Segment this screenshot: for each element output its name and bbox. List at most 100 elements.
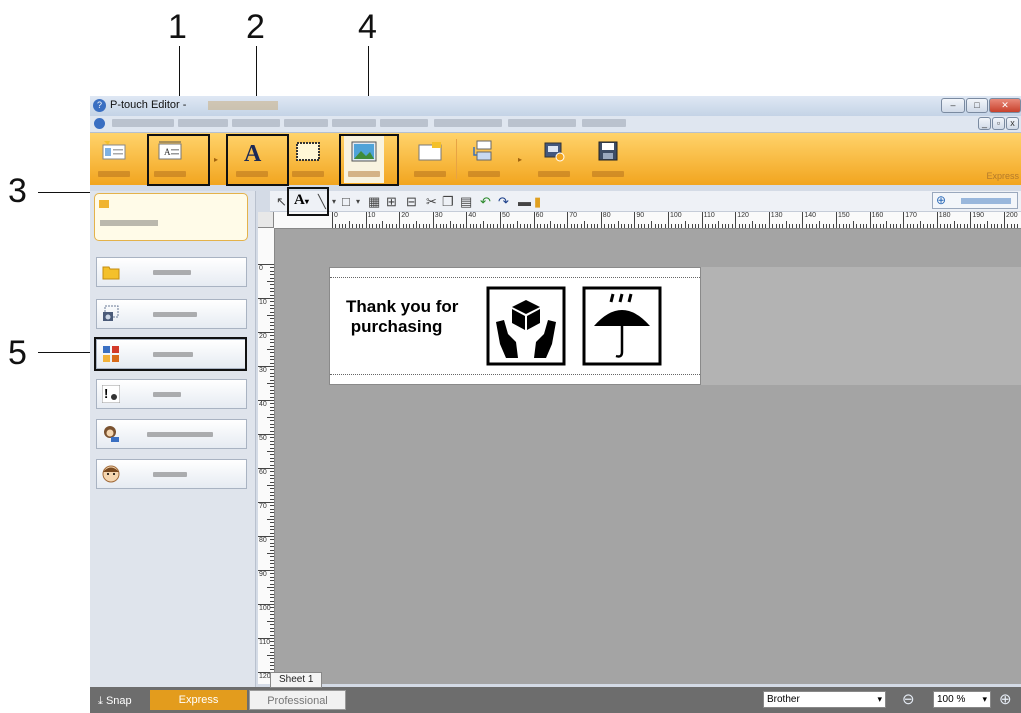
redo-icon[interactable]: ↷ xyxy=(498,194,509,210)
ruler-tick xyxy=(584,221,585,228)
database-icon[interactable]: ▮ xyxy=(534,194,541,210)
printer-select[interactable]: Brother ▾ xyxy=(763,691,886,708)
menu-item-insert[interactable] xyxy=(284,119,328,127)
minimize-button[interactable]: – xyxy=(941,98,965,113)
barcode-tool-icon[interactable]: ⊞ xyxy=(386,194,397,210)
ruler-tick xyxy=(906,224,908,228)
margin-line-top xyxy=(330,277,700,278)
save-button[interactable] xyxy=(588,135,628,183)
copy-icon[interactable]: ❐ xyxy=(442,194,454,210)
professional-mode-button[interactable]: Professional xyxy=(249,690,346,710)
sidebar-item-file[interactable] xyxy=(96,257,247,287)
zoom-in-icon[interactable]: ⊕ xyxy=(999,690,1012,708)
ruler-tick-label: 110 xyxy=(259,639,271,646)
ruler-tick xyxy=(270,430,274,432)
ruler-tick xyxy=(997,224,999,228)
menu-item-tools[interactable] xyxy=(380,119,428,127)
arrange-tool-icon[interactable]: ⊟ xyxy=(406,194,417,210)
close-button[interactable]: ✕ xyxy=(989,98,1021,113)
sidebar-item-symbol[interactable]: ! xyxy=(96,379,247,409)
paste-icon[interactable]: ▤ xyxy=(460,194,472,210)
ruler-tick xyxy=(270,318,274,320)
ruler-tick xyxy=(270,372,274,374)
ruler-tick xyxy=(765,224,767,228)
ruler-tick xyxy=(627,224,629,228)
ruler-tick xyxy=(270,386,274,388)
ruler-tick xyxy=(903,212,905,228)
express-mode-button[interactable]: Express xyxy=(150,690,247,710)
select-arrow-icon[interactable]: ↖ xyxy=(276,194,287,210)
menu-item-layout[interactable] xyxy=(434,119,502,127)
ruler-tick-label: 50 xyxy=(502,212,510,219)
zoom-out-icon[interactable]: ⊖ xyxy=(902,690,915,708)
snap-button[interactable]: ⤓ Snap xyxy=(92,691,150,711)
ruler-tick xyxy=(270,389,274,391)
sidebar-item-make-picture[interactable] xyxy=(96,419,247,449)
ruler-tick xyxy=(698,224,700,228)
insert-merge-button[interactable] xyxy=(410,135,450,183)
chevron-down-icon[interactable]: ▾ xyxy=(332,197,336,206)
ruler-tick xyxy=(610,224,612,228)
label-object[interactable]: Thank you for purchasing xyxy=(329,267,701,385)
ruler-tick xyxy=(812,224,814,228)
ruler-tick xyxy=(270,607,274,609)
mdi-restore-button[interactable]: ▫ xyxy=(992,117,1005,130)
sidebar-item-make-picture-label xyxy=(147,432,213,437)
highlight-text-tool xyxy=(287,187,329,216)
arrange-icon xyxy=(473,140,492,161)
sheet-tab[interactable]: Sheet 1 xyxy=(270,672,323,688)
ruler-tick xyxy=(1017,224,1019,228)
menu-item-edit[interactable] xyxy=(178,119,228,127)
table-tool-icon[interactable]: ▦ xyxy=(368,194,380,210)
layout-canvas[interactable]: 0 10 20 30 40 50 60 70 80 90 100 110 120 130 140 150 160… xyxy=(258,212,1021,684)
ruler-tick xyxy=(270,301,274,303)
ruler-tick xyxy=(573,224,575,228)
ruler-tick xyxy=(342,224,344,228)
fragile-hands-icon[interactable] xyxy=(486,286,566,366)
ruler-tick xyxy=(270,627,274,629)
ruler-tick xyxy=(466,212,468,228)
sidebar: ! xyxy=(90,191,256,687)
ruler-tick xyxy=(463,224,465,228)
properties-icon[interactable]: ▬ xyxy=(518,194,531,209)
zoom-select[interactable]: 100 % ▾ xyxy=(933,691,991,708)
maximize-button[interactable]: □ xyxy=(966,98,988,113)
insert-image-header-icon xyxy=(99,200,109,208)
ruler-tick xyxy=(755,224,757,228)
menu-item-file[interactable] xyxy=(112,119,174,127)
chevron-down-icon[interactable]: ▾ xyxy=(356,197,360,206)
ribbon-arrow-2: ▸ xyxy=(518,155,523,164)
cart-button[interactable]: ⊕ xyxy=(932,192,1018,209)
ruler-tick xyxy=(270,617,274,619)
arrange-button[interactable] xyxy=(464,135,504,183)
mdi-minimize-button[interactable]: _ xyxy=(978,117,991,130)
sidebar-item-montage[interactable] xyxy=(96,459,247,489)
frame-button[interactable] xyxy=(288,135,328,183)
ruler-tick xyxy=(859,224,861,228)
cut-icon[interactable]: ✂ xyxy=(426,194,437,210)
ruler-tick xyxy=(879,224,881,228)
ruler-tick xyxy=(270,277,274,279)
mdi-close-button[interactable]: x xyxy=(1006,117,1019,130)
ruler-tick-label: 60 xyxy=(259,469,267,476)
ruler-tick xyxy=(728,224,730,228)
print-button[interactable] xyxy=(534,135,574,183)
sidebar-item-screen-capture[interactable] xyxy=(96,299,247,329)
menu-item-format[interactable] xyxy=(332,119,376,127)
ruler-tick-label: 90 xyxy=(259,571,267,578)
insert-image-header[interactable] xyxy=(94,193,248,241)
menu-item-view[interactable] xyxy=(232,119,280,127)
menu-item-window[interactable] xyxy=(508,119,576,127)
ruler-tick xyxy=(664,224,666,228)
label-text[interactable]: Thank you for purchasing xyxy=(346,297,458,337)
ruler-tick xyxy=(987,221,989,228)
ruler-tick xyxy=(270,447,274,449)
undo-icon[interactable]: ↶ xyxy=(480,194,491,210)
rectangle-tool-icon[interactable]: □ xyxy=(342,194,350,209)
new-open-button[interactable] xyxy=(94,135,134,183)
ruler-tick xyxy=(270,512,274,514)
ruler-tick xyxy=(270,474,274,476)
menu-item-help[interactable] xyxy=(582,119,626,127)
umbrella-icon[interactable] xyxy=(582,286,662,366)
callout-4: 4 xyxy=(358,8,377,46)
